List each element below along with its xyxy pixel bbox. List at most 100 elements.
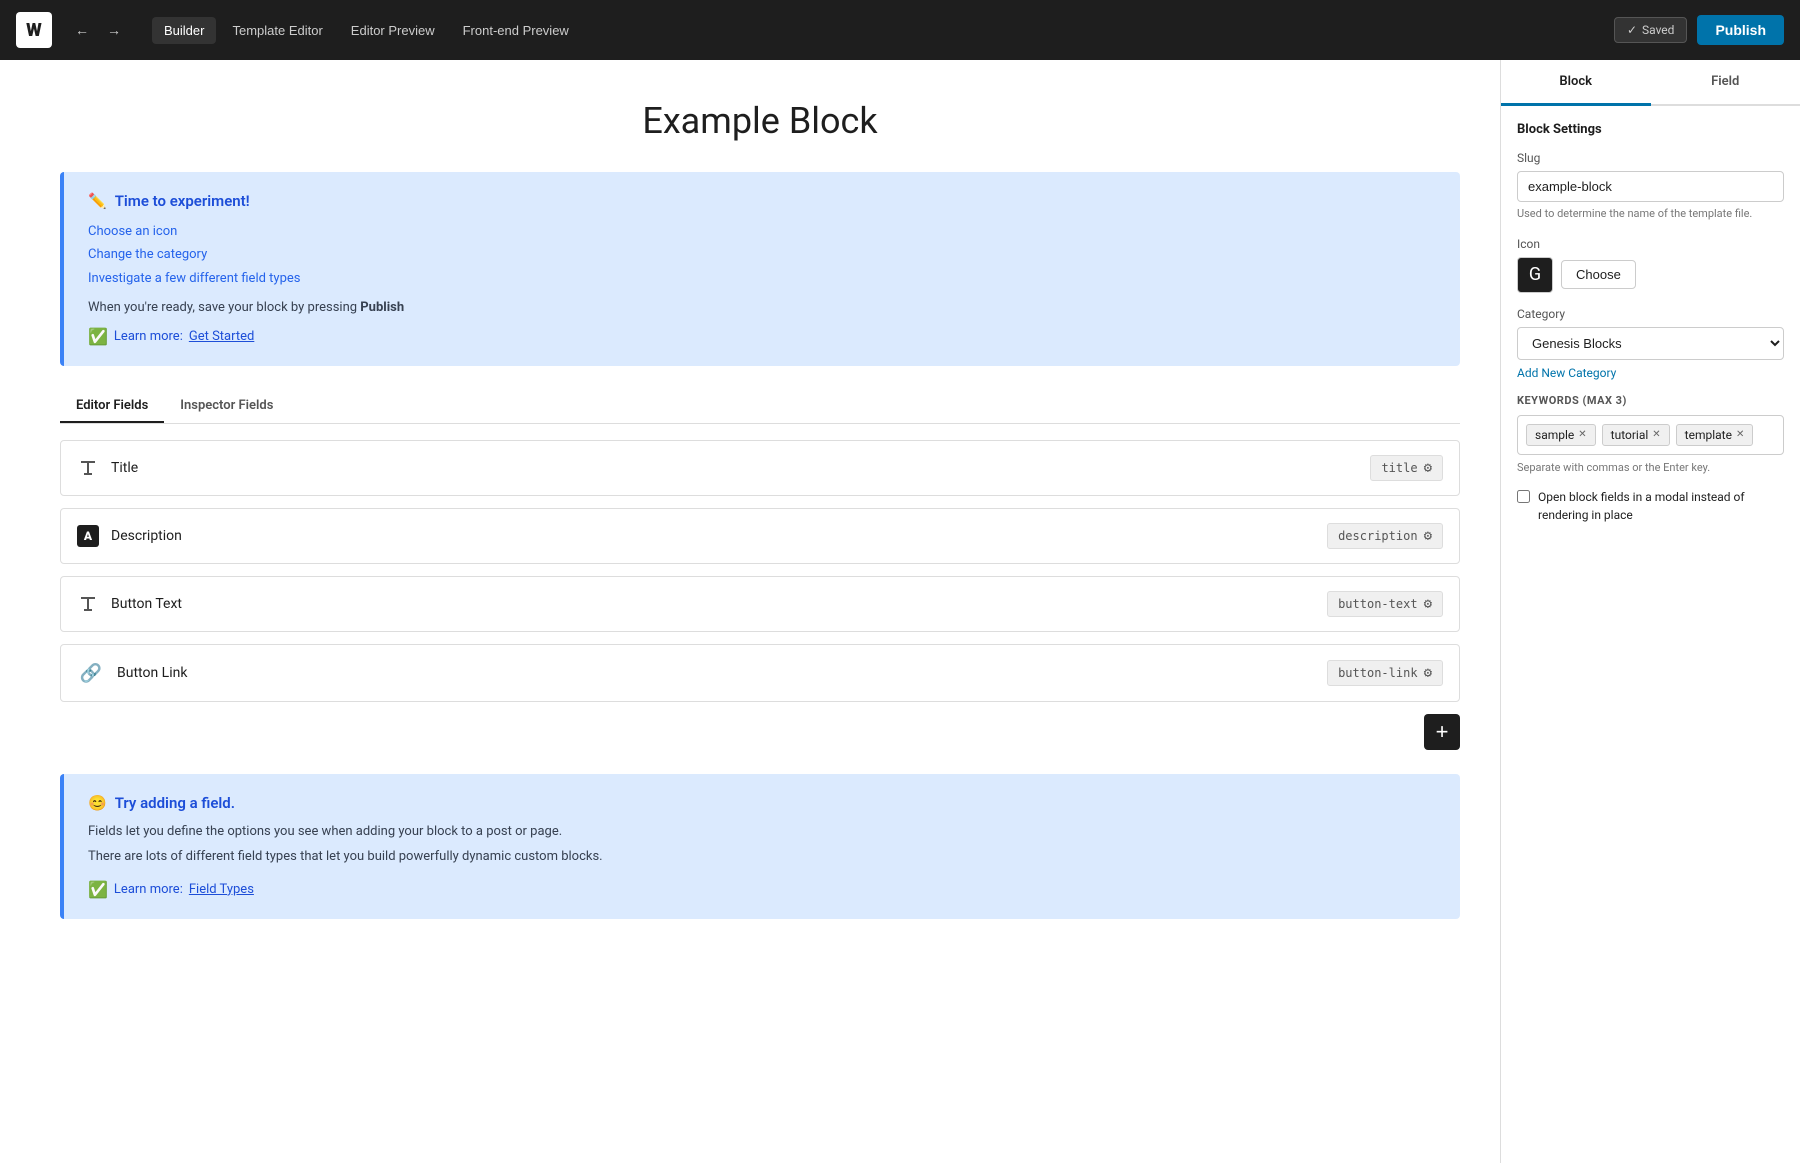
- saved-badge: ✓ Saved: [1614, 17, 1688, 43]
- topbar: W ← → Builder Template Editor Editor Pre…: [0, 0, 1800, 60]
- tab-frontend-preview[interactable]: Front-end Preview: [451, 17, 581, 44]
- learn-more-label: Learn more:: [114, 329, 183, 344]
- topbar-right: ✓ Saved Publish: [1614, 15, 1784, 45]
- checkmark-icon: ✓: [1627, 23, 1637, 37]
- slug-text-title: title: [1381, 461, 1417, 475]
- desc-field-icon: A: [77, 525, 99, 547]
- keyword-text: sample: [1535, 428, 1574, 442]
- block-settings-title: Block Settings: [1517, 122, 1784, 137]
- nav-tabs: Builder Template Editor Editor Preview F…: [152, 17, 581, 44]
- link-field-icon: 🔗: [77, 659, 105, 687]
- field-slug-button-link: button-link ⚙: [1327, 660, 1443, 686]
- tab-inspector-fields[interactable]: Inspector Fields: [164, 390, 289, 423]
- info-box-footer: ✅ Learn more: Get Started: [88, 327, 1436, 346]
- keywords-tags[interactable]: sample ✕ tutorial ✕ template ✕: [1517, 415, 1784, 455]
- category-select[interactable]: Genesis Blocks Common Blocks Formatting …: [1517, 327, 1784, 360]
- info-list-item: Investigate a few different field types: [88, 267, 1436, 290]
- try-box-title: 😊 Try adding a field.: [88, 794, 1436, 812]
- info-list-item: Change the category: [88, 243, 1436, 266]
- try-box-line2: There are lots of different field types …: [88, 847, 1436, 868]
- settings-icon-button-link[interactable]: ⚙: [1424, 665, 1432, 681]
- icon-symbol: G: [1529, 264, 1541, 285]
- add-field-button[interactable]: +: [1424, 714, 1460, 750]
- tab-editor-preview[interactable]: Editor Preview: [339, 17, 447, 44]
- try-box: 😊 Try adding a field. Fields let you def…: [60, 774, 1460, 919]
- field-row-button-link: 🔗 Button Link button-link ⚙: [60, 644, 1460, 702]
- keyword-remove-sample[interactable]: ✕: [1578, 429, 1586, 440]
- wp-logo: W: [16, 12, 52, 48]
- info-list-item: Choose an icon: [88, 220, 1436, 243]
- settings-icon-desc[interactable]: ⚙: [1424, 528, 1432, 544]
- field-slug-desc: description ⚙: [1327, 523, 1443, 549]
- field-types-link[interactable]: Field Types: [189, 882, 254, 897]
- sidebar: Block Field Block Settings Slug Used to …: [1500, 60, 1800, 1163]
- tab-editor-fields[interactable]: Editor Fields: [60, 390, 164, 423]
- field-row-description: A Description description ⚙: [60, 508, 1460, 564]
- add-category-link[interactable]: Add New Category: [1517, 366, 1784, 380]
- slug-text-button-link: button-link: [1338, 666, 1417, 680]
- modal-checkbox-row: Open block fields in a modal instead of …: [1517, 488, 1784, 524]
- field-tabs: Editor Fields Inspector Fields: [60, 390, 1460, 424]
- field-name-button-text: Button Text: [111, 596, 1327, 612]
- icon-row: G Choose: [1517, 257, 1784, 293]
- slug-hint: Used to determine the name of the templa…: [1517, 206, 1784, 223]
- field-name-button-link: Button Link: [117, 665, 1327, 681]
- layout: Example Block ✏️ Time to experiment! Cho…: [0, 60, 1800, 1163]
- category-label: Category: [1517, 307, 1784, 321]
- nav-arrows: ← →: [68, 16, 128, 44]
- smiley-icon: 😊: [88, 794, 107, 812]
- publish-button[interactable]: Publish: [1697, 15, 1784, 45]
- sidebar-tabs: Block Field: [1501, 60, 1800, 106]
- slug-text-button-text: button-text: [1338, 597, 1417, 611]
- add-field-row: +: [60, 714, 1460, 750]
- keywords-section: KEYWORDS (MAX 3) sample ✕ tutorial ✕ tem…: [1517, 394, 1784, 474]
- try-learn-more-label: Learn more:: [114, 882, 183, 897]
- keywords-title: KEYWORDS (MAX 3): [1517, 394, 1784, 407]
- field-slug-button-text: button-text ⚙: [1327, 591, 1443, 617]
- page-title: Example Block: [60, 100, 1460, 142]
- slug-label: Slug: [1517, 151, 1784, 165]
- field-row-button-text: Button Text button-text ⚙: [60, 576, 1460, 632]
- tab-field[interactable]: Field: [1651, 60, 1800, 106]
- chain-link-icon: 🔗: [80, 663, 102, 684]
- keyword-remove-tutorial[interactable]: ✕: [1652, 429, 1660, 440]
- slug-input[interactable]: [1517, 171, 1784, 202]
- keyword-remove-template[interactable]: ✕: [1736, 429, 1744, 440]
- keyword-text: tutorial: [1611, 428, 1649, 442]
- get-started-link[interactable]: Get Started: [189, 329, 254, 344]
- pencil-icon: ✏️: [88, 192, 107, 210]
- try-check-circle-icon: ✅: [88, 880, 108, 899]
- try-box-line1: Fields let you define the options you se…: [88, 822, 1436, 843]
- main-content: Example Block ✏️ Time to experiment! Cho…: [0, 60, 1500, 1163]
- settings-icon-title[interactable]: ⚙: [1424, 460, 1432, 476]
- modal-checkbox[interactable]: [1517, 490, 1530, 503]
- info-box-title: ✏️ Time to experiment!: [88, 192, 1436, 210]
- icon-preview: G: [1517, 257, 1553, 293]
- modal-checkbox-label: Open block fields in a modal instead of …: [1538, 488, 1784, 524]
- keyword-tag-tutorial: tutorial ✕: [1602, 424, 1670, 446]
- keywords-hint: Separate with commas or the Enter key.: [1517, 461, 1784, 474]
- keyword-text: template: [1685, 428, 1732, 442]
- tab-builder[interactable]: Builder: [152, 17, 216, 44]
- slug-text-desc: description: [1338, 529, 1417, 543]
- keyword-tag-template: template ✕: [1676, 424, 1754, 446]
- check-circle-icon: ✅: [88, 327, 108, 346]
- back-arrow[interactable]: ←: [68, 16, 96, 44]
- info-box: ✏️ Time to experiment! Choose an icon Ch…: [60, 172, 1460, 366]
- info-box-cta: When you're ready, save your block by pr…: [88, 300, 1436, 315]
- field-slug-title: title ⚙: [1370, 455, 1443, 481]
- field-name-desc: Description: [111, 528, 1327, 544]
- icon-label: Icon: [1517, 237, 1784, 251]
- keyword-tag-sample: sample ✕: [1526, 424, 1596, 446]
- sidebar-body: Block Settings Slug Used to determine th…: [1501, 106, 1800, 540]
- field-name-title: Title: [111, 460, 1370, 476]
- title-field-icon: [77, 457, 99, 479]
- forward-arrow[interactable]: →: [100, 16, 128, 44]
- saved-label: Saved: [1642, 23, 1674, 37]
- button-text-field-icon: [77, 593, 99, 615]
- choose-icon-button[interactable]: Choose: [1561, 260, 1636, 289]
- settings-icon-button-text[interactable]: ⚙: [1424, 596, 1432, 612]
- tab-block[interactable]: Block: [1501, 60, 1651, 106]
- info-box-list: Choose an icon Change the category Inves…: [88, 220, 1436, 290]
- tab-template-editor[interactable]: Template Editor: [220, 17, 334, 44]
